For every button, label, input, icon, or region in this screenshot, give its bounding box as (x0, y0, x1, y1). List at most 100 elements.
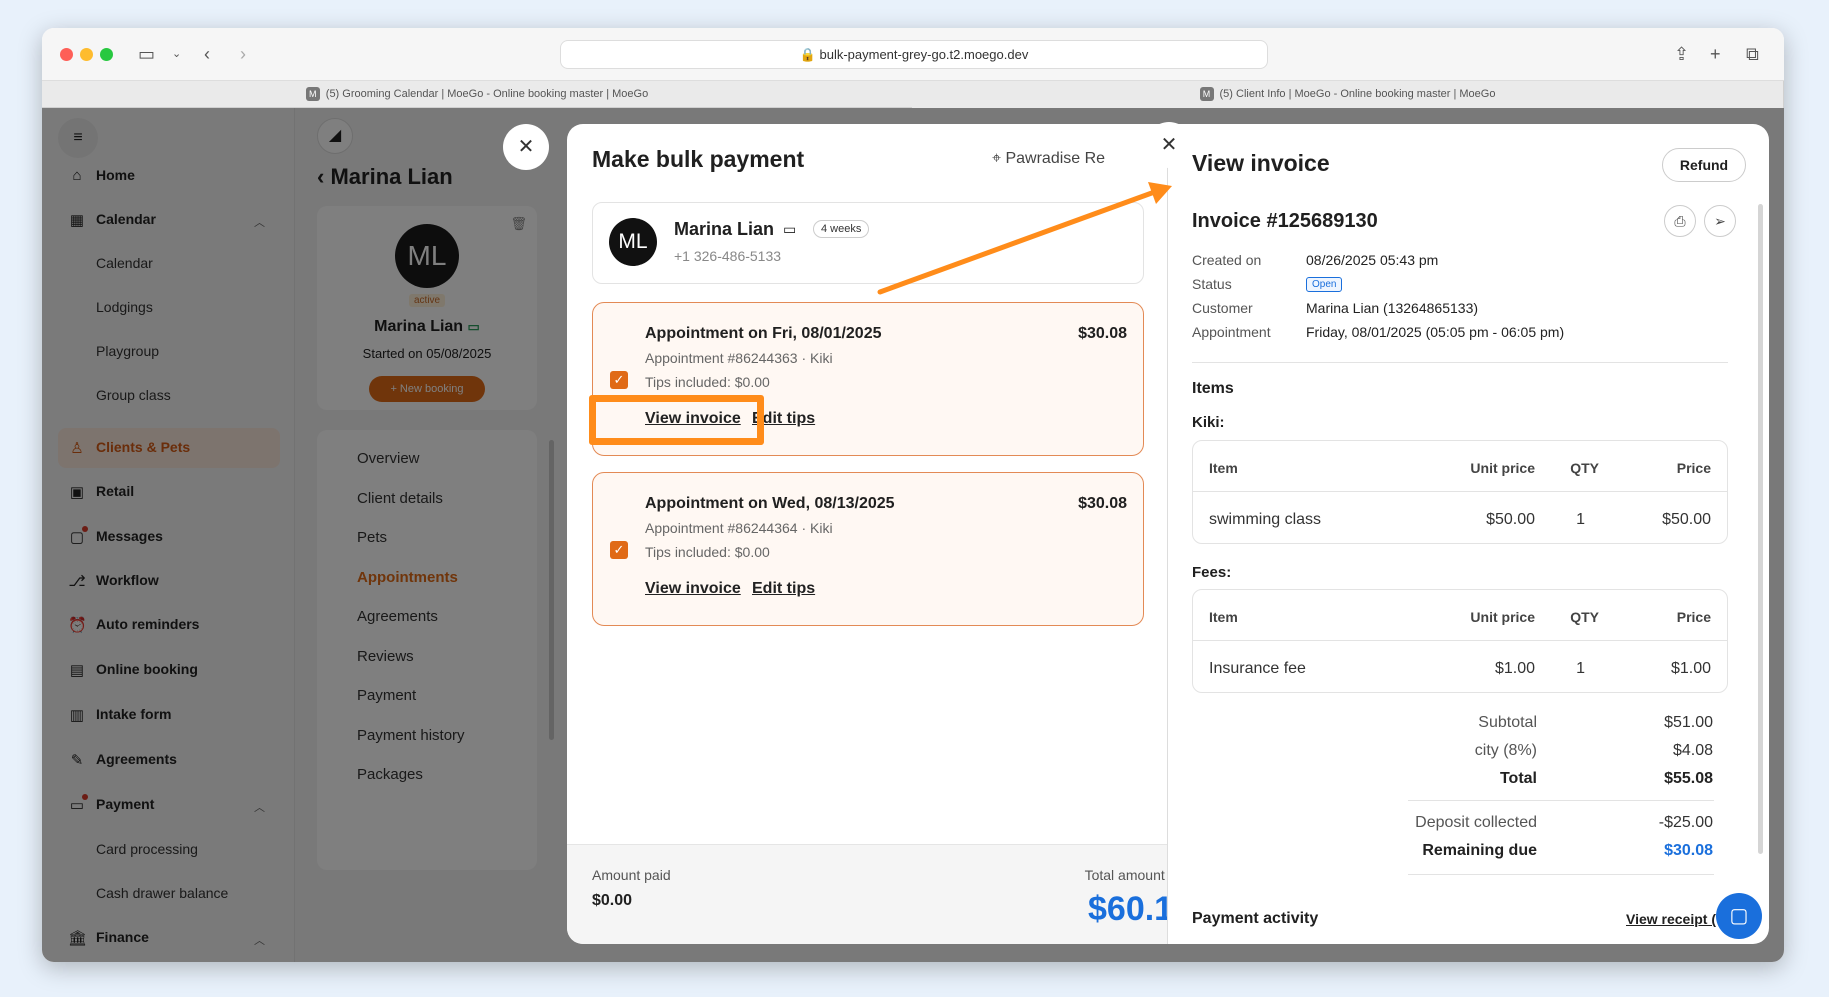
view-invoice-link[interactable]: View invoice (645, 580, 741, 598)
invoice-title: View invoice (1192, 150, 1330, 176)
sidebar-toggle-icon[interactable]: ▭ (138, 44, 155, 64)
tab-grooming-calendar[interactable]: M (5) Grooming Calendar | MoeGo - Online … (42, 81, 912, 108)
meta-label: Created on (1192, 252, 1262, 268)
items-table: Item Unit price QTY Price swimming class… (1192, 440, 1728, 544)
pet-heading: Kiki: (1192, 414, 1225, 431)
total-value: $55.08 (1664, 770, 1713, 787)
total-label: Total (1499, 770, 1537, 787)
status-badge: Open (1306, 277, 1343, 292)
tab-bar: M (5) Grooming Calendar | MoeGo - Online … (42, 80, 1784, 108)
zoom-window-button[interactable] (100, 48, 113, 61)
customer-phone: +1 326-486-5133 (674, 248, 782, 264)
bulk-footer: Amount paid $0.00 Total amount due $60.1… (567, 844, 1217, 944)
print-icon[interactable]: ⎙ (1664, 205, 1696, 237)
minimize-window-button[interactable] (80, 48, 93, 61)
table-header: Item (1209, 609, 1238, 625)
table-header: Unit price (1470, 460, 1535, 476)
subtotal-value: $51.00 (1664, 714, 1713, 731)
table-cell: Insurance fee (1209, 660, 1306, 677)
tab-overview-icon[interactable]: ⧉ (1746, 44, 1759, 64)
appointment-card: ✓ Appointment on Wed, 08/13/2025 $30.08 … (592, 472, 1144, 626)
forward-icon[interactable]: › (240, 44, 246, 64)
appointment-amount: $30.08 (1078, 325, 1127, 342)
divider (1408, 874, 1714, 875)
table-cell: swimming class (1209, 511, 1322, 528)
subtotal-label: Subtotal (1478, 714, 1537, 731)
meta-value: Friday, 08/01/2025 (05:05 pm - 06:05 pm) (1306, 324, 1565, 340)
close-window-button[interactable] (60, 48, 73, 61)
close-icon: ✕ (517, 136, 535, 158)
location-pin-icon: ⌖ (992, 150, 1002, 167)
remaining-label: Remaining due (1422, 842, 1537, 859)
tab-label: (5) Grooming Calendar | MoeGo - Online b… (325, 88, 649, 100)
tax-value: $4.08 (1672, 742, 1713, 759)
fees-heading: Fees: (1192, 564, 1232, 581)
amount-paid-value: $0.00 (592, 892, 633, 909)
divider (1193, 640, 1727, 641)
appointment-checkbox[interactable]: ✓ (610, 541, 628, 559)
remaining-value: $30.08 (1664, 842, 1713, 859)
appointment-tips: Tips included: $0.00 (645, 374, 770, 390)
fees-table: Item Unit price QTY Price Insurance fee … (1192, 589, 1728, 693)
view-receipt-link[interactable]: View receipt ( (1626, 911, 1716, 927)
table-header: Price (1676, 460, 1711, 476)
divider (1193, 491, 1727, 492)
table-cell: 1 (1576, 511, 1585, 528)
appointment-subtitle: Appointment #86244364 · Kiki (645, 520, 833, 536)
deposit-value: -$25.00 (1658, 814, 1713, 831)
send-icon[interactable]: ➢ (1704, 205, 1736, 237)
browser-window: ▭ ⌄ ‹ › 🔒 bulk-payment-grey-go.t2.moego.… (42, 28, 1784, 962)
card-icon: ▭ (783, 221, 797, 237)
table-cell: $50.00 (1486, 511, 1535, 528)
app-content: ≡ ⌂Home ▦Calendar︿ Calendar Lodgings Pla… (42, 108, 1784, 962)
meta-label: Appointment (1192, 324, 1271, 340)
table-cell: $1.00 (1670, 660, 1711, 677)
highlight-box (589, 395, 764, 445)
table-header: Price (1676, 609, 1711, 625)
chat-icon[interactable]: ▢ (1716, 893, 1762, 939)
meta-value: 08/26/2025 05:43 pm (1306, 252, 1439, 268)
invoice-number: Invoice #125689130 (1192, 210, 1378, 232)
moego-favicon-icon: M (305, 87, 320, 102)
address-bar[interactable]: 🔒 bulk-payment-grey-go.t2.moego.dev (560, 40, 1268, 69)
table-header: Unit price (1470, 609, 1535, 625)
customer-box: ML Marina Lian ▭ 4 weeks +1 326-486-5133 (592, 202, 1144, 284)
divider (1408, 800, 1714, 801)
location-label: Pawradise Re (1005, 150, 1106, 167)
bulk-payment-modal: Make bulk payment ⌖ Pawradise Re ML Mari… (567, 124, 1217, 944)
share-icon[interactable]: ⇪ (1674, 44, 1689, 64)
title-bar: ▭ ⌄ ‹ › 🔒 bulk-payment-grey-go.t2.moego.… (42, 28, 1784, 80)
appointment-amount: $30.08 (1078, 495, 1127, 512)
invoice-drawer: View invoice Refund Invoice #125689130 ⎙… (1167, 124, 1769, 944)
refund-button[interactable]: Refund (1662, 148, 1746, 182)
avatar: ML (609, 218, 657, 266)
appointment-tips: Tips included: $0.00 (645, 544, 770, 560)
tab-client-info[interactable]: M (5) Client Info | MoeGo - Online bookin… (912, 81, 1784, 108)
scrollbar[interactable] (1758, 204, 1763, 854)
close-invoice-button[interactable]: ✕ (1146, 122, 1192, 168)
meta-label: Status (1192, 276, 1232, 292)
close-bulk-button[interactable]: ✕ (503, 124, 549, 170)
chevron-down-icon[interactable]: ⌄ (172, 44, 181, 64)
table-cell: $50.00 (1662, 511, 1711, 528)
edit-tips-link[interactable]: Edit tips (752, 580, 815, 598)
frequency-badge: 4 weeks (813, 220, 870, 238)
location-selector[interactable]: ⌖ Pawradise Re (992, 150, 1105, 168)
tab-label: (5) Client Info | MoeGo - Online booking… (1219, 88, 1496, 100)
items-heading: Items (1192, 380, 1234, 397)
appointment-title: Appointment on Fri, 08/01/2025 (645, 325, 882, 342)
table-cell: $1.00 (1494, 660, 1535, 677)
payment-activity-heading: Payment activity (1192, 910, 1319, 927)
deposit-label: Deposit collected (1415, 814, 1537, 831)
table-header: Item (1209, 460, 1238, 476)
close-icon: ✕ (1160, 134, 1178, 156)
meta-value: Marina Lian (13264865133) (1306, 300, 1479, 316)
table-header: QTY (1570, 609, 1599, 625)
appointment-checkbox[interactable]: ✓ (610, 371, 628, 389)
meta-label: Customer (1192, 300, 1253, 316)
new-tab-icon[interactable]: + (1710, 44, 1721, 64)
back-icon[interactable]: ‹ (204, 44, 210, 64)
appointment-title: Appointment on Wed, 08/13/2025 (645, 495, 895, 512)
url-text: bulk-payment-grey-go.t2.moego.dev (819, 47, 1029, 62)
table-header: QTY (1570, 460, 1599, 476)
